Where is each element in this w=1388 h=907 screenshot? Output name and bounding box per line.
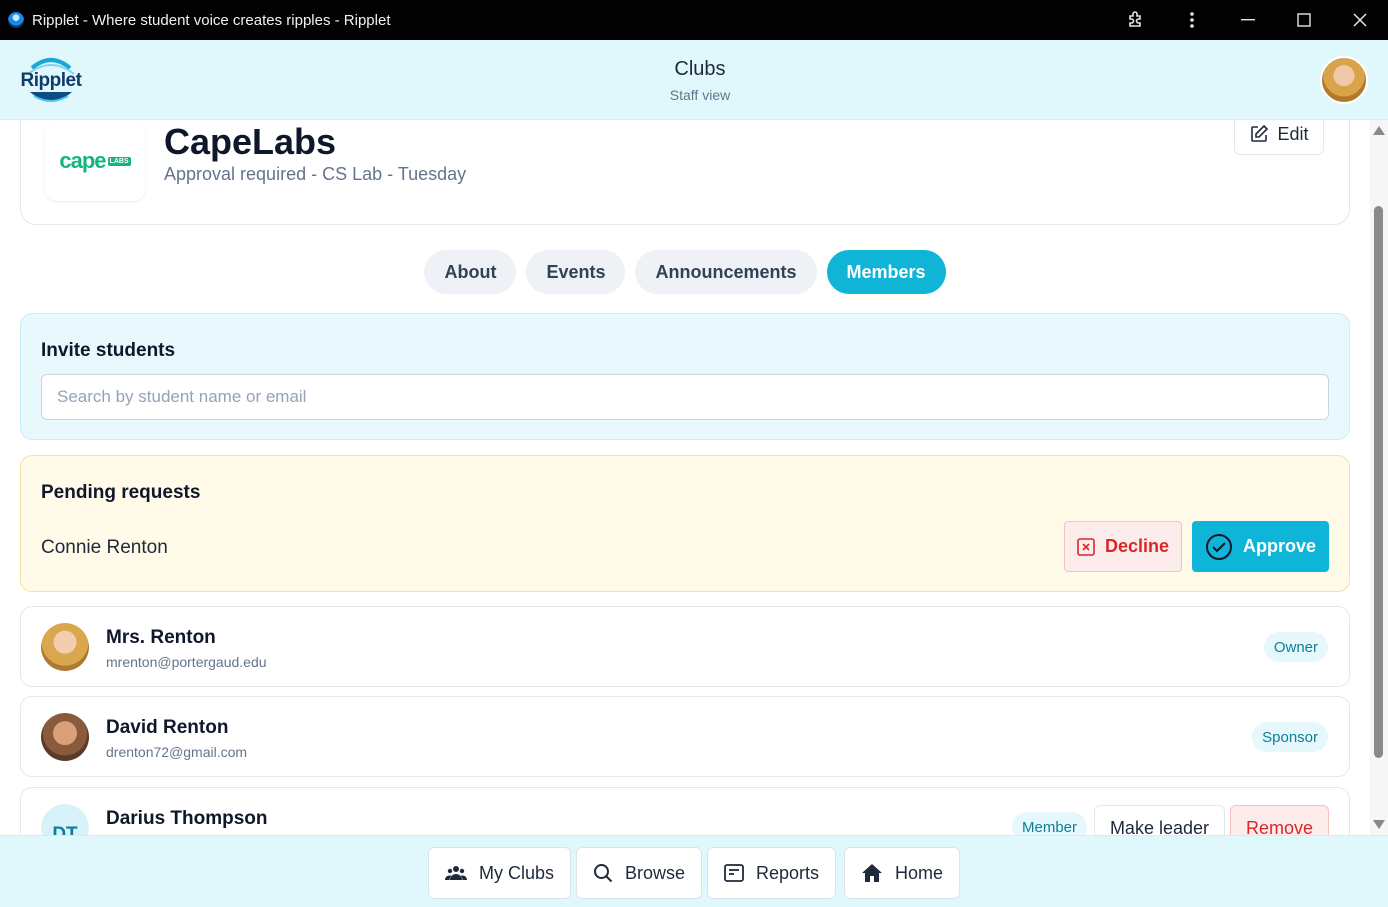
club-meta: Approval required - CS Lab - Tuesday <box>164 164 467 184</box>
role-badge: Owner <box>1263 632 1328 662</box>
invite-title: Invite students <box>41 340 176 361</box>
app-icon <box>8 12 24 28</box>
close-icon[interactable] <box>1332 0 1388 40</box>
member-row: David Renton drenton72@gmail.com Sponsor <box>20 696 1350 777</box>
approve-label: Approve <box>1242 536 1316 556</box>
decline-label: Decline <box>1104 536 1170 556</box>
home-icon <box>862 864 882 882</box>
extensions-icon[interactable] <box>1108 0 1164 40</box>
club-logo-text: cape <box>59 148 106 173</box>
tab-members[interactable]: Members <box>826 250 946 294</box>
page-title: Clubs <box>674 58 726 80</box>
avatar: DT <box>41 804 89 835</box>
member-name: Darius Thompson <box>106 808 268 829</box>
minimize-icon[interactable] <box>1220 0 1276 40</box>
club-tabs: About Events Announcements Members <box>0 250 1370 294</box>
edit-label: Edit <box>1277 123 1309 144</box>
more-options-icon[interactable] <box>1164 0 1220 40</box>
role-badge: Member <box>1011 812 1087 835</box>
maximize-icon[interactable] <box>1276 0 1332 40</box>
member-name: David Renton <box>106 717 229 738</box>
club-name: CapeLabs <box>164 121 337 162</box>
scroll-down-icon[interactable] <box>1373 820 1385 829</box>
tab-about[interactable]: About <box>424 250 517 294</box>
header-title-group: Clubs Staff view <box>0 58 1388 103</box>
club-card: cape LABS CapeLabs Approval required - C… <box>20 120 1350 225</box>
scroll-up-icon[interactable] <box>1373 126 1385 135</box>
tab-announcements[interactable]: Announcements <box>635 250 817 294</box>
avatar <box>41 623 89 671</box>
window-titlebar: Ripplet - Where student voice creates ri… <box>0 0 1388 40</box>
decline-button[interactable]: Decline <box>1064 521 1182 572</box>
scrollbar-thumb[interactable] <box>1374 206 1383 758</box>
search-icon <box>594 864 613 883</box>
nav-home-label: Home <box>895 862 944 883</box>
club-logo: cape LABS <box>45 121 145 201</box>
member-email: drenton72@gmail.com <box>106 744 248 760</box>
app-header: Ripplet Clubs Staff view <box>0 40 1388 120</box>
decline-icon <box>1077 537 1095 556</box>
user-avatar[interactable] <box>1320 56 1368 104</box>
nav-browse[interactable]: Browse <box>576 847 703 899</box>
nav-home[interactable]: Home <box>844 847 961 899</box>
nav-reports-label: Reports <box>756 862 820 883</box>
edit-button[interactable]: Edit <box>1234 120 1324 155</box>
main-content: cape LABS CapeLabs Approval required - C… <box>0 120 1370 835</box>
nav-reports[interactable]: Reports <box>707 847 837 899</box>
role-badge: Sponsor <box>1252 722 1328 752</box>
member-email: mrenton@portergaud.edu <box>106 654 267 670</box>
page-subtitle: Staff view <box>669 87 731 103</box>
member-row: Mrs. Renton mrenton@portergaud.edu Owner <box>20 606 1350 687</box>
window-title: Ripplet - Where student voice creates ri… <box>32 11 391 29</box>
bottom-nav: My Clubs Browse Reports Home <box>0 835 1388 907</box>
report-icon <box>724 864 744 882</box>
club-logo-badge: LABS <box>107 156 131 166</box>
remove-button[interactable]: Remove <box>1229 805 1329 835</box>
member-row: DT Darius Thompson Member Make leader Re… <box>20 787 1350 835</box>
users-icon <box>445 866 467 880</box>
invite-students-panel: Invite students <box>20 313 1350 440</box>
check-circle-icon <box>1205 533 1232 560</box>
avatar <box>41 713 89 761</box>
approve-button[interactable]: Approve <box>1192 521 1329 572</box>
edit-icon <box>1251 124 1269 142</box>
window-controls <box>1108 0 1388 40</box>
make-leader-button[interactable]: Make leader <box>1093 805 1225 835</box>
request-name: Connie Renton <box>41 537 168 558</box>
member-name: Mrs. Renton <box>106 627 216 648</box>
tab-events[interactable]: Events <box>526 250 626 294</box>
nav-browse-label: Browse <box>625 862 686 883</box>
pending-requests-panel: Pending requests Connie Renton Decline A… <box>20 455 1350 592</box>
nav-my-clubs-label: My Clubs <box>479 862 555 883</box>
nav-my-clubs[interactable]: My Clubs <box>428 847 572 899</box>
scrollbar[interactable] <box>1370 120 1388 835</box>
student-search-input[interactable] <box>41 374 1329 420</box>
pending-title: Pending requests <box>41 482 201 503</box>
